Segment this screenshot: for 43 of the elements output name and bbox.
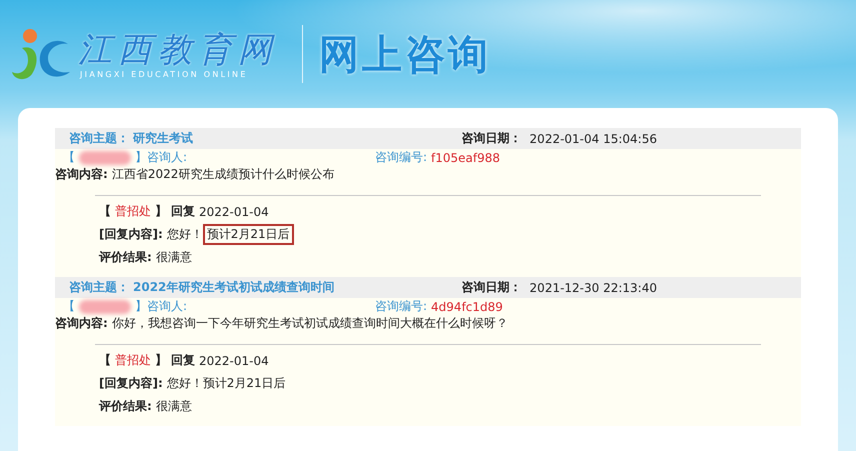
replier-name: 普招处	[115, 352, 151, 369]
asker-label: 】咨询人:	[135, 149, 188, 166]
number-label: 咨询编号:	[375, 298, 428, 315]
consult-date: 2021-12-30 22:13:40	[530, 280, 657, 294]
bracket: 】	[155, 352, 167, 369]
bracket: 【	[99, 203, 111, 220]
number-label: 咨询编号:	[375, 149, 428, 166]
reply-label: 回复	[171, 352, 195, 369]
topic-label: 咨询主题：	[69, 279, 129, 296]
greeting-text: 您好！	[166, 375, 203, 392]
bracket: 】	[155, 203, 167, 220]
consult-number: f105eaf988	[431, 150, 500, 164]
rating-value: 很满意	[156, 249, 192, 266]
topic-title[interactable]: 2022年研究生考试初试成绩查询时间	[133, 279, 334, 296]
consult-date: 2022-01-04 15:04:56	[530, 132, 657, 146]
asker-label: 】咨询人:	[135, 298, 188, 315]
site-subtitle: JIANGXI EDUCATION ONLINE	[80, 70, 249, 78]
reply-date: 2022-01-04	[199, 204, 269, 218]
topic-title[interactable]: 研究生考试	[133, 130, 193, 147]
bracket: 【	[99, 352, 111, 369]
highlighted-answer: 预计2月21日后	[202, 224, 294, 245]
bracket: 【	[63, 298, 75, 315]
greeting-text: 您好！	[166, 226, 203, 243]
date-label: 咨询日期：	[462, 130, 522, 147]
rating-label: 评价结果:	[99, 398, 152, 415]
reply-content-label: [回复内容]:	[99, 375, 163, 392]
rating-label: 评价结果:	[99, 249, 152, 266]
consult-number: 4d94fc1d89	[431, 300, 503, 314]
consult-content: 江西省2022研究生成绩预计什么时候公布	[112, 166, 334, 183]
site-name: 江西教育网	[78, 30, 278, 70]
bracket: 【	[63, 149, 75, 166]
date-label: 咨询日期：	[462, 279, 522, 296]
answer-text: 预计2月21日后	[202, 375, 286, 392]
section-title: 网上咨询	[319, 30, 491, 80]
content-label: 咨询内容:	[55, 166, 108, 183]
consult-content: 你好，我想咨询一下今年研究生考试初试成绩查询时间大概在什么时候呀？	[112, 315, 508, 332]
reply-date: 2022-01-04	[199, 354, 269, 368]
content-label: 咨询内容:	[55, 315, 108, 332]
reply-label: 回复	[171, 203, 195, 220]
rating-value: 很满意	[156, 398, 192, 415]
topic-label: 咨询主题：	[69, 130, 129, 147]
reply-content-label: [回复内容]:	[99, 226, 163, 243]
replier-name: 普招处	[115, 203, 151, 220]
